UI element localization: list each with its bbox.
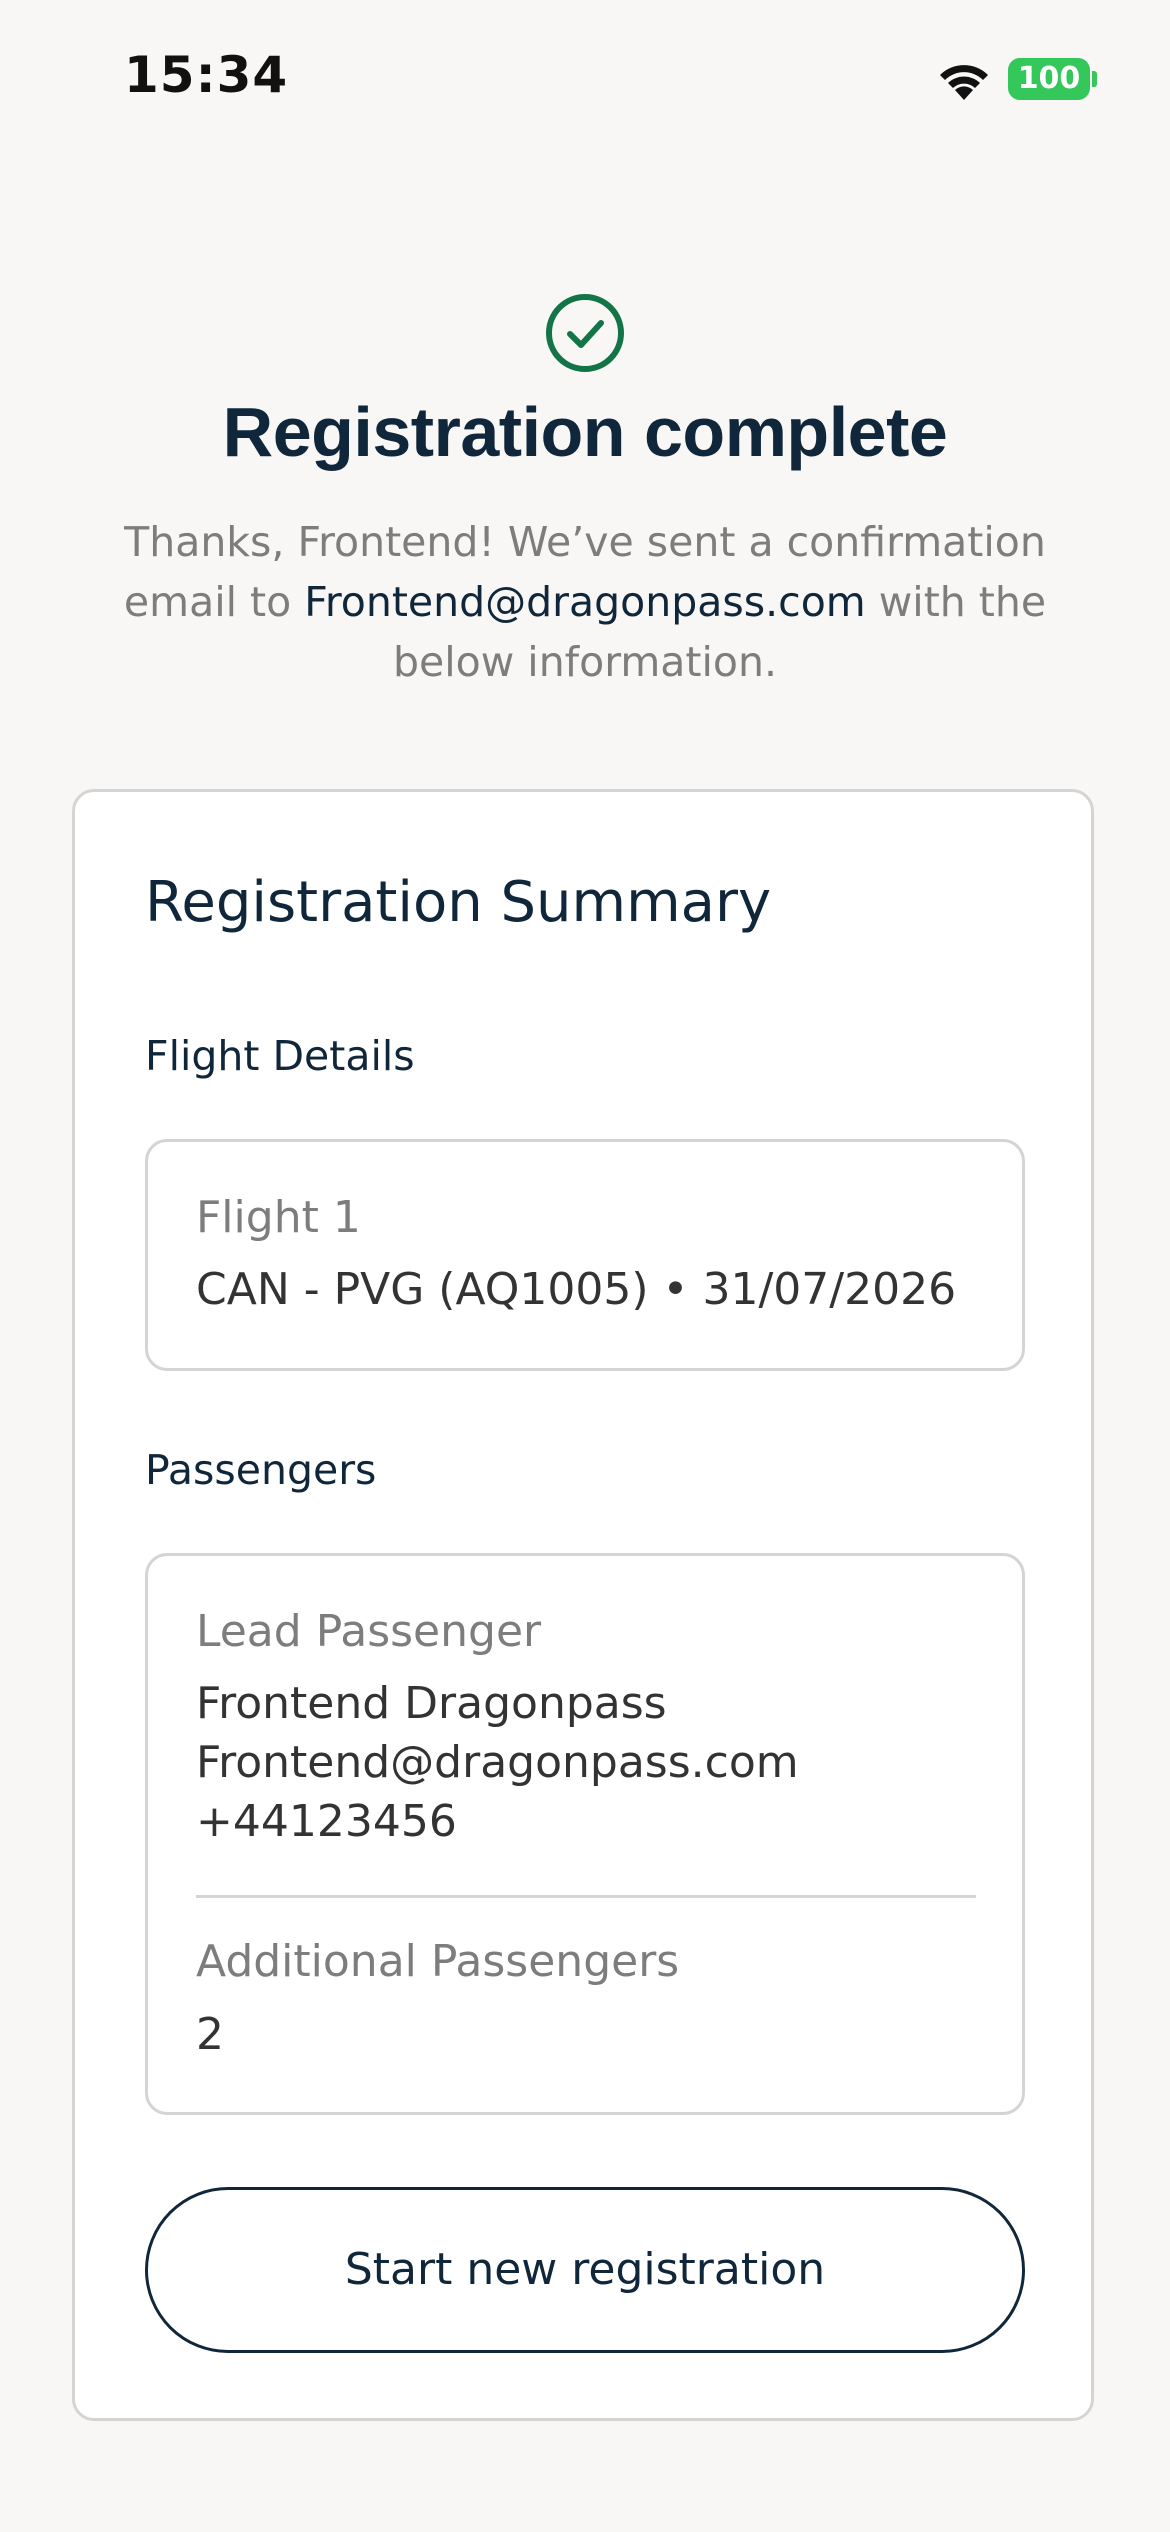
passengers-heading: Passengers (145, 1446, 377, 1494)
lead-passenger-name: Frontend Dragonpass (196, 1678, 667, 1729)
wifi-icon (940, 65, 988, 100)
flight-details-heading: Flight Details (145, 1032, 415, 1080)
additional-passengers-value: 2 (196, 2009, 224, 2060)
lead-passenger-email: Frontend@dragonpass.com (196, 1737, 799, 1788)
status-time: 15:34 (124, 46, 289, 104)
battery-tip (1092, 71, 1097, 87)
lead-passenger-label: Lead Passenger (196, 1606, 542, 1657)
summary-title: Registration Summary (145, 870, 772, 935)
passengers-box: Lead Passenger Frontend Dragonpass Front… (145, 1553, 1025, 2115)
check-circle-icon (546, 294, 624, 372)
additional-passengers-label: Additional Passengers (196, 1936, 680, 1987)
confirmation-email: Frontend@dragonpass.com (304, 578, 866, 626)
registration-summary-card: Registration Summary Flight Details Flig… (72, 789, 1094, 2421)
flight-details-box: Flight 1 CAN - PVG (AQ1005) • 31/07/2026 (145, 1139, 1025, 1371)
page-title: Registration complete (222, 393, 948, 471)
flight-value: CAN - PVG (AQ1005) • 31/07/2026 (196, 1264, 957, 1315)
lead-passenger-phone: +44123456 (196, 1796, 457, 1847)
battery-icon: 100 (1008, 58, 1090, 100)
start-new-registration-button[interactable]: Start new registration (145, 2187, 1025, 2353)
flight-label: Flight 1 (196, 1192, 361, 1243)
confirmation-message: Thanks, Frontend! We’ve sent a confirmat… (90, 512, 1080, 692)
divider (196, 1895, 976, 1898)
status-bar: 15:34 100 (0, 0, 1170, 150)
